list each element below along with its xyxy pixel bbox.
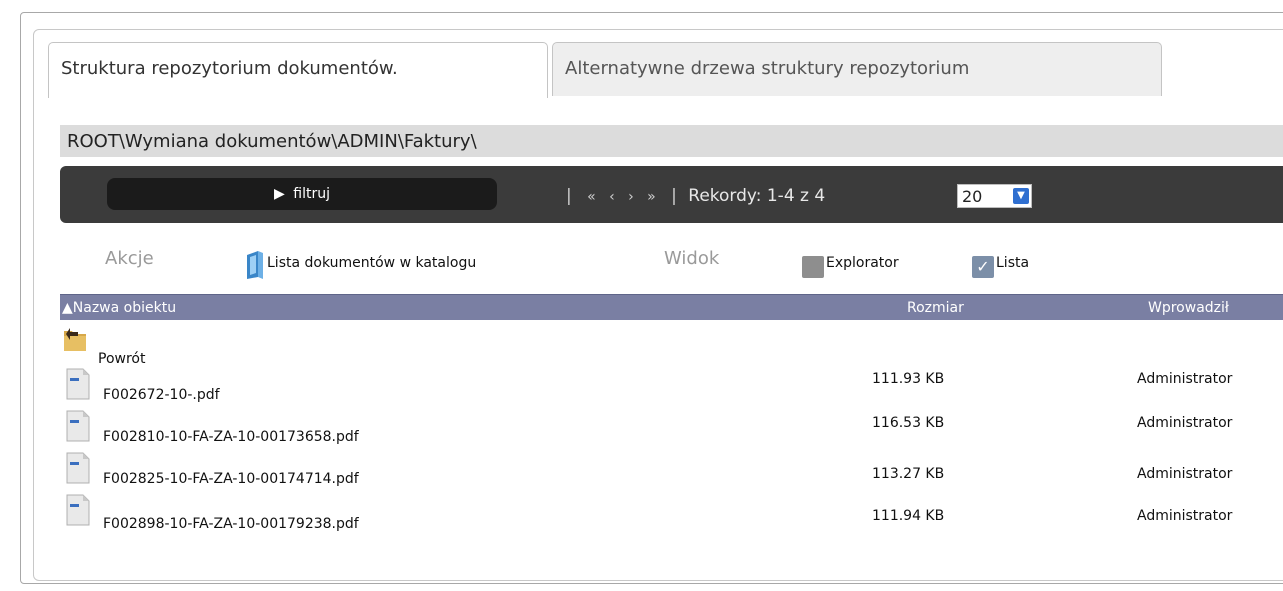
file-size: 111.94 KB bbox=[872, 508, 945, 524]
tab-structure[interactable]: Struktura repozytorium dokumentów. bbox=[48, 42, 548, 98]
document-list-link[interactable]: Lista dokumentów w katalogu bbox=[267, 255, 476, 271]
table-header: ▲Nazwa obiektu Rozmiar Wprowadził bbox=[60, 294, 1283, 320]
document-list-icon[interactable] bbox=[244, 249, 266, 281]
next-page-button[interactable]: › bbox=[628, 189, 634, 205]
view-label: Widok bbox=[664, 248, 720, 269]
pdf-file-icon bbox=[66, 452, 90, 484]
pdf-file-icon bbox=[66, 410, 90, 442]
tab-alternative-trees[interactable]: Alternatywne drzewa struktury repozytori… bbox=[552, 42, 1162, 96]
column-size[interactable]: Rozmiar bbox=[907, 295, 964, 322]
explorer-label[interactable]: Explorator bbox=[826, 255, 899, 271]
file-author: Administrator bbox=[1137, 466, 1233, 482]
file-author: Administrator bbox=[1137, 415, 1233, 431]
page-size-select[interactable]: 20 ▼ bbox=[957, 184, 1032, 208]
file-size: 113.27 KB bbox=[872, 466, 945, 482]
file-size: 116.53 KB bbox=[872, 415, 945, 431]
pager-separator: | bbox=[566, 186, 572, 206]
pager-separator: | bbox=[671, 186, 677, 206]
file-name[interactable]: F002825-10-FA-ZA-10-00174714.pdf bbox=[103, 471, 359, 487]
records-count: Rekordy: 1-4 z 4 bbox=[688, 186, 826, 206]
chevron-down-icon: ▼ bbox=[1013, 188, 1029, 204]
file-size: 111.93 KB bbox=[872, 371, 945, 387]
pdf-file-icon bbox=[66, 494, 90, 526]
file-name[interactable]: F002672-10-.pdf bbox=[103, 387, 220, 403]
column-name-label: Nazwa obiektu bbox=[72, 300, 177, 316]
back-folder-icon bbox=[64, 328, 86, 351]
back-row[interactable]: Powrót bbox=[60, 323, 1283, 367]
pager: | « ‹ › » | Rekordy: 1-4 z 4 bbox=[560, 183, 825, 209]
file-author: Administrator bbox=[1137, 371, 1233, 387]
file-author: Administrator bbox=[1137, 508, 1233, 524]
column-author[interactable]: Wprowadził bbox=[1148, 295, 1229, 322]
back-label[interactable]: Powrót bbox=[98, 351, 145, 367]
tab-bar: Struktura repozytorium dokumentów. Alter… bbox=[33, 29, 1283, 98]
list-checkbox[interactable]: ✓ bbox=[972, 256, 994, 278]
first-page-button[interactable]: « bbox=[587, 189, 596, 205]
filter-button[interactable]: ▶ filtruj bbox=[107, 178, 497, 210]
table-row[interactable]: F002898-10-FA-ZA-10-00179238.pdf 111.94 … bbox=[60, 494, 1283, 534]
file-name[interactable]: F002810-10-FA-ZA-10-00173658.pdf bbox=[103, 429, 359, 445]
page-size-value: 20 bbox=[962, 187, 983, 206]
prev-page-button[interactable]: ‹ bbox=[609, 189, 615, 205]
last-page-button[interactable]: » bbox=[647, 189, 656, 205]
play-icon: ▶ bbox=[274, 186, 285, 202]
table-row[interactable]: F002810-10-FA-ZA-10-00173658.pdf 116.53 … bbox=[60, 410, 1283, 450]
pdf-file-icon bbox=[66, 368, 90, 400]
table-row[interactable]: F002825-10-FA-ZA-10-00174714.pdf 113.27 … bbox=[60, 452, 1283, 492]
column-name[interactable]: ▲Nazwa obiektu bbox=[62, 295, 176, 322]
actions-label: Akcje bbox=[105, 248, 154, 269]
table-row[interactable]: F002672-10-.pdf 111.93 KB Administrator bbox=[60, 368, 1283, 408]
explorer-checkbox[interactable] bbox=[802, 256, 824, 278]
breadcrumb: ROOT\Wymiana dokumentów\ADMIN\Faktury\ bbox=[60, 125, 1283, 157]
filter-label: filtruj bbox=[293, 186, 330, 202]
toolbar: ▶ filtruj | « ‹ › » | Rekordy: 1-4 z 4 2… bbox=[60, 166, 1283, 223]
file-name[interactable]: F002898-10-FA-ZA-10-00179238.pdf bbox=[103, 516, 359, 532]
sort-ascending-icon: ▲ bbox=[62, 300, 73, 316]
list-label[interactable]: Lista bbox=[996, 255, 1029, 271]
actions-bar: Akcje Lista dokumentów w katalogu Widok … bbox=[60, 244, 1283, 284]
